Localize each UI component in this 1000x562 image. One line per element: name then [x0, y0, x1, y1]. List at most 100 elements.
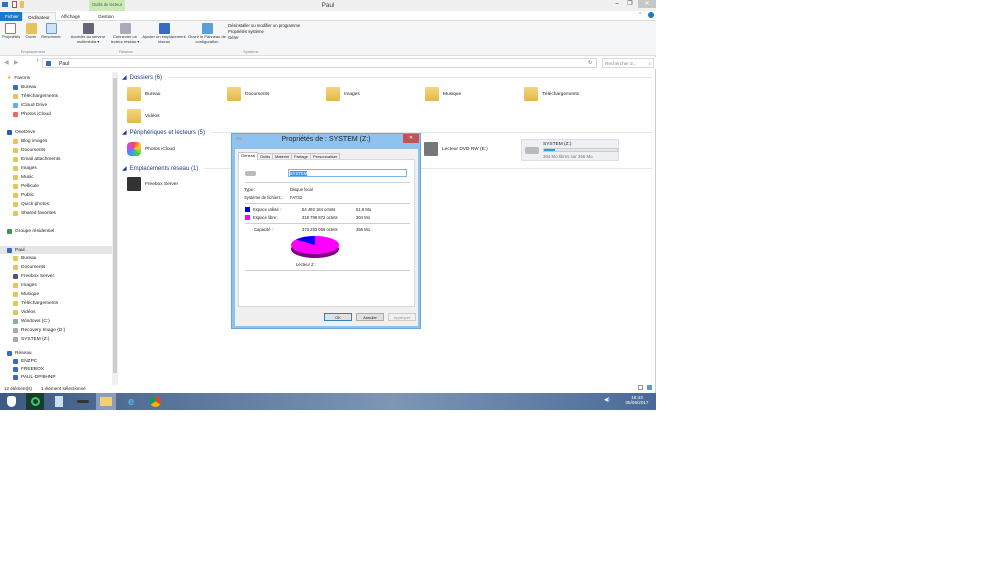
nav-item[interactable]: Documents: [21, 148, 45, 153]
device-item[interactable]: Photos iCloud: [127, 142, 175, 156]
map-drive-button[interactable]: Connecter un lecteur réseau ▾: [108, 23, 142, 44]
nav-item[interactable]: ENZPC: [21, 359, 37, 364]
freebox-icon: [127, 177, 141, 191]
nav-item[interactable]: Téléchargements: [21, 301, 58, 306]
nav-item[interactable]: Blog images: [21, 139, 47, 144]
app-icon[interactable]: [26, 393, 44, 410]
clock[interactable]: 16:43 05/06/2017: [620, 395, 654, 405]
start-icon[interactable]: [2, 393, 20, 410]
nav-item[interactable]: Musique: [21, 292, 39, 297]
dialog-close-button[interactable]: ✕: [403, 134, 419, 143]
devices-header[interactable]: Périphériques et lecteurs (5): [130, 130, 205, 136]
details-view-icon[interactable]: [638, 385, 643, 390]
nav-item[interactable]: Photos iCloud: [21, 112, 51, 117]
folder-item[interactable]: Bureau: [127, 87, 160, 101]
nav-item[interactable]: Quick photos: [21, 202, 49, 207]
file-explorer-taskbar-icon[interactable]: [96, 393, 116, 410]
nav-item[interactable]: Public: [21, 193, 34, 198]
folders-header[interactable]: Dossiers (6): [130, 75, 162, 81]
nav-item[interactable]: PAUL-DPI9HNP: [21, 375, 56, 380]
back-button[interactable]: ◀: [4, 59, 9, 66]
nav-scrollbar[interactable]: [112, 72, 118, 385]
manage-button[interactable]: Gérer: [228, 35, 300, 41]
folder-item[interactable]: Musique: [425, 87, 461, 101]
collapse-icon[interactable]: ◢: [122, 74, 127, 81]
capacity-bytes: 373 293 056 octets: [302, 227, 338, 232]
nav-item[interactable]: Email attachments: [21, 157, 60, 162]
button-label: Renommer: [41, 34, 61, 39]
nav-item[interactable]: Bureau: [21, 256, 36, 261]
drive-usage-bar: [543, 148, 618, 152]
nav-favorites[interactable]: Favoris: [14, 76, 30, 81]
add-network-location-button[interactable]: Ajouter un emplacement réseau: [142, 23, 186, 44]
nav-item[interactable]: Shared favorites: [21, 211, 56, 216]
network-item[interactable]: Freebox Server: [127, 177, 178, 191]
nav-item[interactable]: SYSTEM (Z:): [21, 337, 50, 342]
nav-item[interactable]: Images: [21, 283, 37, 288]
maximize-button[interactable]: ❐: [623, 0, 637, 8]
system-drive-item[interactable]: SYSTEM (Z:) 304 Mo libres sur 356 Mo: [521, 139, 619, 161]
forward-button[interactable]: ▶: [14, 59, 19, 66]
nav-item[interactable]: Documents: [21, 265, 45, 270]
control-panel-button[interactable]: Ouvrir le Panneau de configuration: [188, 23, 226, 44]
nav-item[interactable]: Freebox Server: [21, 274, 54, 279]
address-bar[interactable]: Paul ↻: [42, 58, 597, 68]
large-icons-view-icon[interactable]: [647, 385, 652, 390]
ribbon-collapse-icon[interactable]: ^: [639, 12, 641, 18]
button-label: Ajouter un emplacement réseau: [142, 34, 186, 44]
rename-button[interactable]: Renommer: [40, 23, 62, 40]
nav-item[interactable]: iCloud Drive: [21, 103, 47, 108]
close-button[interactable]: ✕: [638, 0, 656, 8]
onedrive-icon: [7, 130, 12, 135]
nav-homegroup[interactable]: Groupe résidentiel: [15, 229, 54, 234]
minimize-button[interactable]: –: [610, 0, 624, 8]
tab-fichier[interactable]: Fichier: [0, 12, 24, 21]
collapse-icon[interactable]: ◢: [122, 129, 127, 136]
up-button[interactable]: ↑: [36, 58, 39, 64]
nav-onedrive[interactable]: OneDrive: [15, 130, 35, 135]
media-server-button[interactable]: Accéder au serveur multimédia ▾: [68, 23, 108, 44]
volume-icon[interactable]: ◀): [604, 397, 610, 403]
search-input[interactable]: Rechercher d... ⌕: [602, 58, 654, 68]
nav-item[interactable]: Images: [21, 166, 37, 171]
properties-button[interactable]: Propriétés: [2, 23, 20, 40]
nav-item[interactable]: FREEBOX: [21, 367, 44, 372]
open-button[interactable]: Ouvrir: [24, 23, 38, 40]
tab-ordinateur[interactable]: Ordinateur: [22, 12, 56, 21]
network-header[interactable]: Emplacements réseau (1): [130, 166, 199, 172]
tab-general[interactable]: Général: [238, 152, 259, 160]
internet-explorer-icon[interactable]: e: [122, 393, 140, 410]
nav-item[interactable]: Windows (C:): [21, 319, 50, 324]
used-space-swatch: [245, 207, 250, 212]
device-item[interactable]: Lecteur DVD RW (E:): [424, 142, 488, 156]
drive-icon: [245, 171, 256, 176]
folder-item[interactable]: Images: [326, 87, 360, 101]
ok-button[interactable]: OK: [324, 313, 352, 321]
tab-gestion[interactable]: Gestion: [93, 12, 119, 21]
folder-item[interactable]: Vidéos: [127, 109, 160, 123]
nav-item[interactable]: Bureau: [21, 85, 36, 90]
folder-icon: [13, 310, 18, 315]
folder-item[interactable]: Documents: [227, 87, 269, 101]
collapse-icon[interactable]: ◢: [122, 165, 127, 172]
nav-this-pc[interactable]: Paul: [15, 248, 25, 253]
server-icon: [13, 274, 18, 279]
drive-name-input[interactable]: SYSTEM: [288, 169, 407, 177]
nav-item[interactable]: Vidéos: [21, 310, 36, 315]
network-pc-icon: [13, 375, 18, 380]
title-bar: Outils de lecteur Paul – ❐ ✕: [0, 0, 656, 11]
nav-item[interactable]: Pellicule: [21, 184, 39, 189]
cancel-button[interactable]: Annuler: [356, 313, 384, 321]
nav-item[interactable]: Téléchargements: [21, 94, 58, 99]
chrome-icon[interactable]: [146, 393, 164, 410]
refresh-icon[interactable]: ↻: [588, 60, 592, 66]
nav-item[interactable]: Recovery Image (D:): [21, 328, 65, 333]
nav-item[interactable]: Music: [21, 175, 34, 180]
help-icon[interactable]: [648, 12, 654, 18]
apply-button[interactable]: Appliquer: [388, 313, 416, 321]
tab-affichage[interactable]: Affichage: [56, 12, 85, 21]
notepad-icon[interactable]: [50, 393, 68, 410]
folder-item[interactable]: Téléchargements: [524, 87, 579, 101]
nav-network[interactable]: Réseau: [15, 351, 32, 356]
app-icon[interactable]: [74, 393, 92, 410]
